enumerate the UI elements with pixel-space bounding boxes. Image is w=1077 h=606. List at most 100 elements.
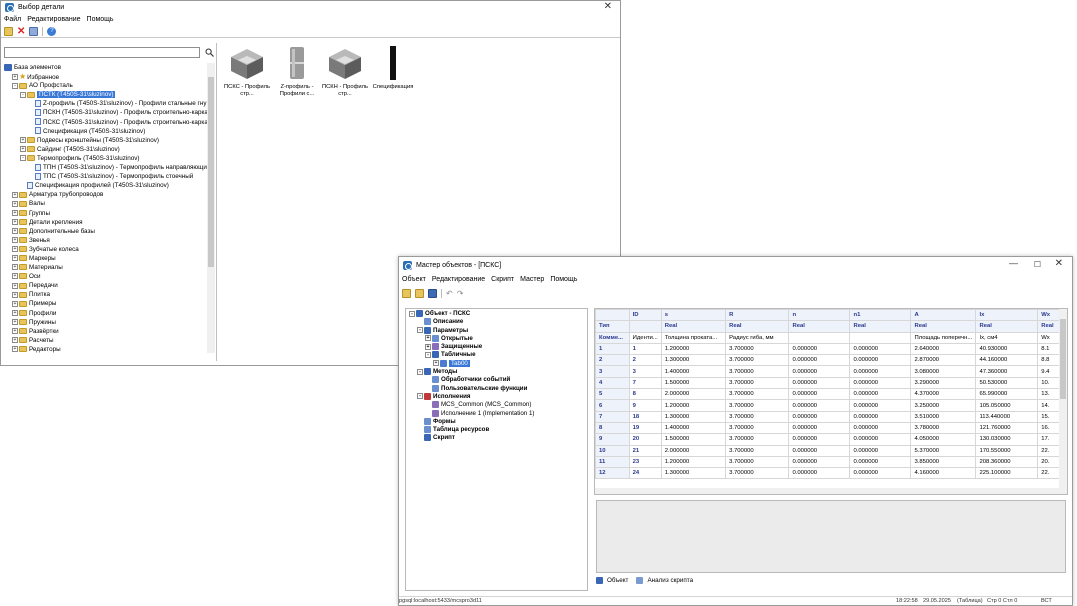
expand-toggle-icon[interactable]: - <box>409 310 415 317</box>
expand-toggle-icon[interactable]: + <box>425 343 431 350</box>
table-cell[interactable]: 3.510000 <box>910 410 977 423</box>
tile-z-profile[interactable]: Z-профиль - Профили с... <box>273 45 321 105</box>
tree-node[interactable]: + Детали крепления <box>4 218 209 227</box>
table-cell[interactable]: 0.000000 <box>849 455 912 469</box>
tree-node[interactable]: + Группы <box>4 209 209 218</box>
expand-toggle-icon[interactable]: + <box>12 255 18 262</box>
tree-node[interactable]: + Маркеры <box>4 254 209 263</box>
object-tree-node[interactable]: Пользовательские функции <box>409 384 587 393</box>
table-cell[interactable]: 0.000000 <box>849 433 912 446</box>
table-row[interactable]: ID s Rn n1 A Ix Wx <box>595 309 1067 322</box>
table-cell[interactable]: 0.000000 <box>788 433 851 446</box>
table-cell[interactable]: A <box>910 309 977 322</box>
maximize-icon[interactable]: ☐ <box>1034 260 1041 269</box>
expand-toggle-icon[interactable]: + <box>12 291 18 298</box>
table-cell[interactable]: n <box>788 309 851 322</box>
table-cell[interactable]: 0.000000 <box>788 410 851 423</box>
table-cell[interactable]: 3 <box>595 365 630 378</box>
table-cell[interactable]: 4.370000 <box>910 388 977 401</box>
table-cell[interactable]: 3.700000 <box>725 444 790 457</box>
table-cell[interactable] <box>849 331 912 344</box>
table-cell[interactable] <box>788 331 851 344</box>
expand-toggle-icon[interactable]: + <box>12 328 18 335</box>
table-cell[interactable]: 130.030000 <box>975 433 1039 446</box>
table-cell[interactable]: 3.850000 <box>910 455 977 469</box>
table-row[interactable]: 5 8 2.000000 3.700000 0.000000 0.000000 4.3700… <box>595 388 1067 401</box>
expand-toggle-icon[interactable]: + <box>12 264 18 271</box>
menu-help[interactable]: Помощь <box>550 276 577 283</box>
table-cell[interactable]: 105.050000 <box>975 399 1039 412</box>
object-tree-node[interactable]: Таблица ресурсов <box>409 426 587 434</box>
tree-node[interactable]: + Пружины <box>4 318 209 327</box>
table-cell[interactable]: Толщина проката... <box>660 331 727 344</box>
table-row[interactable]: Тип Real Real Real Real Real Real Real <box>595 320 1067 333</box>
object-tree-node[interactable]: Обработчики событий <box>409 376 587 384</box>
expand-toggle-icon[interactable]: + <box>20 137 26 144</box>
tab-object[interactable]: Объект <box>596 577 628 584</box>
table-cell[interactable]: 1.200000 <box>660 342 727 356</box>
table-cell[interactable]: 65.990000 <box>975 388 1039 401</box>
table-row[interactable]: 11 23 1.200000 3.700000 0.000000 0.000000 3.85… <box>595 455 1067 469</box>
table-row[interactable]: 7 18 1.300000 3.700000 0.000000 0.000000 3.510… <box>595 410 1067 423</box>
table-row[interactable]: 4 7 1.500000 3.700000 0.000000 0.000000 3.2900… <box>595 376 1067 390</box>
table-cell[interactable]: 18 <box>628 410 662 423</box>
menu-object[interactable]: Объект <box>402 276 426 283</box>
object-tree-node[interactable]: - Объект - ПСКС <box>409 310 587 318</box>
object-tree-node[interactable]: - Табличные <box>409 351 587 359</box>
expand-toggle-icon[interactable]: + <box>12 74 18 81</box>
table-cell[interactable]: 3.700000 <box>725 342 790 356</box>
object-tree-node[interactable]: + Открытые <box>409 334 587 343</box>
properties-icon[interactable] <box>29 26 39 36</box>
expand-toggle-icon[interactable]: + <box>12 200 18 207</box>
table-row[interactable]: 8 19 1.400000 3.700000 0.000000 0.000000 3.780… <box>595 421 1067 435</box>
table-row[interactable]: 9 20 1.500000 3.700000 0.000000 0.000000 4.050… <box>595 433 1067 446</box>
table-cell[interactable]: 3.700000 <box>725 433 790 446</box>
expand-toggle-icon[interactable]: - <box>417 327 423 334</box>
tree-scrollbar[interactable] <box>207 63 215 353</box>
object-tree-node[interactable]: + Tab00 <box>409 359 587 368</box>
tree-node[interactable]: + Валы <box>4 199 209 208</box>
table-cell[interactable]: n1 <box>849 309 912 322</box>
table-cell[interactable]: 3.700000 <box>725 455 790 469</box>
table-cell[interactable]: 8 <box>595 421 630 435</box>
table-cell[interactable]: Ix <box>975 309 1039 322</box>
object-tree-node[interactable]: Исполнение 1 (Implementation 1) <box>409 409 587 418</box>
help-icon[interactable]: ? <box>47 26 57 36</box>
table-cell[interactable]: Real <box>975 320 1039 333</box>
table-cell[interactable]: Real <box>725 320 790 333</box>
table-cell[interactable]: 0.000000 <box>788 444 851 457</box>
expand-toggle-icon[interactable]: + <box>12 318 18 325</box>
tree-node[interactable]: ТПН (T450S-31\sluzinov) - Термопрофиль н… <box>4 163 209 172</box>
table-cell[interactable]: 3.700000 <box>725 354 790 367</box>
table-cell[interactable]: 2.000000 <box>660 444 727 457</box>
tree-node[interactable]: Спецификация (T450S-31\sluzinov) <box>4 127 209 136</box>
new-icon[interactable] <box>402 288 411 298</box>
table-cell[interactable]: Real <box>788 320 851 333</box>
table-cell[interactable]: 3.700000 <box>725 421 790 435</box>
tile-psks[interactable]: ПСКС - Профиль стр... <box>223 45 271 105</box>
tree-node[interactable]: + Зубчатые колеса <box>4 245 209 254</box>
table-cell[interactable]: 19 <box>628 421 662 435</box>
expand-toggle-icon[interactable]: + <box>12 337 18 344</box>
table-cell[interactable]: 2.000000 <box>660 388 727 401</box>
tree-node[interactable]: + Передачи <box>4 281 209 290</box>
grid-horizontal-scrollbar[interactable] <box>595 488 1067 494</box>
table-cell[interactable]: 2 <box>595 354 630 367</box>
table-cell[interactable]: 1.300000 <box>660 467 727 480</box>
table-cell[interactable]: 0.000000 <box>849 399 912 412</box>
tree-node[interactable]: + Профили <box>4 309 209 318</box>
table-cell[interactable]: 0.000000 <box>788 455 851 469</box>
table-row[interactable]: 1 1 1.200000 3.700000 0.000000 0.000000 2.6400… <box>595 342 1067 356</box>
search-icon[interactable] <box>203 46 216 59</box>
table-cell[interactable]: 0.000000 <box>849 388 912 401</box>
tree-node[interactable]: + Расчеты <box>4 336 209 345</box>
object-tree-node[interactable]: Скрипт <box>409 434 587 442</box>
expand-toggle-icon[interactable]: + <box>20 146 26 153</box>
tree-node[interactable]: + Звенья <box>4 236 209 245</box>
object-tree-node[interactable]: - Методы <box>409 368 587 376</box>
tree-node[interactable]: + Примеры <box>4 299 209 308</box>
table-row[interactable]: 2 2 1.300000 3.700000 0.000000 0.000000 2.8700… <box>595 354 1067 367</box>
expand-toggle-icon[interactable]: - <box>20 91 26 98</box>
table-cell[interactable]: 3.700000 <box>725 388 790 401</box>
table-cell[interactable]: 0.000000 <box>788 467 851 480</box>
